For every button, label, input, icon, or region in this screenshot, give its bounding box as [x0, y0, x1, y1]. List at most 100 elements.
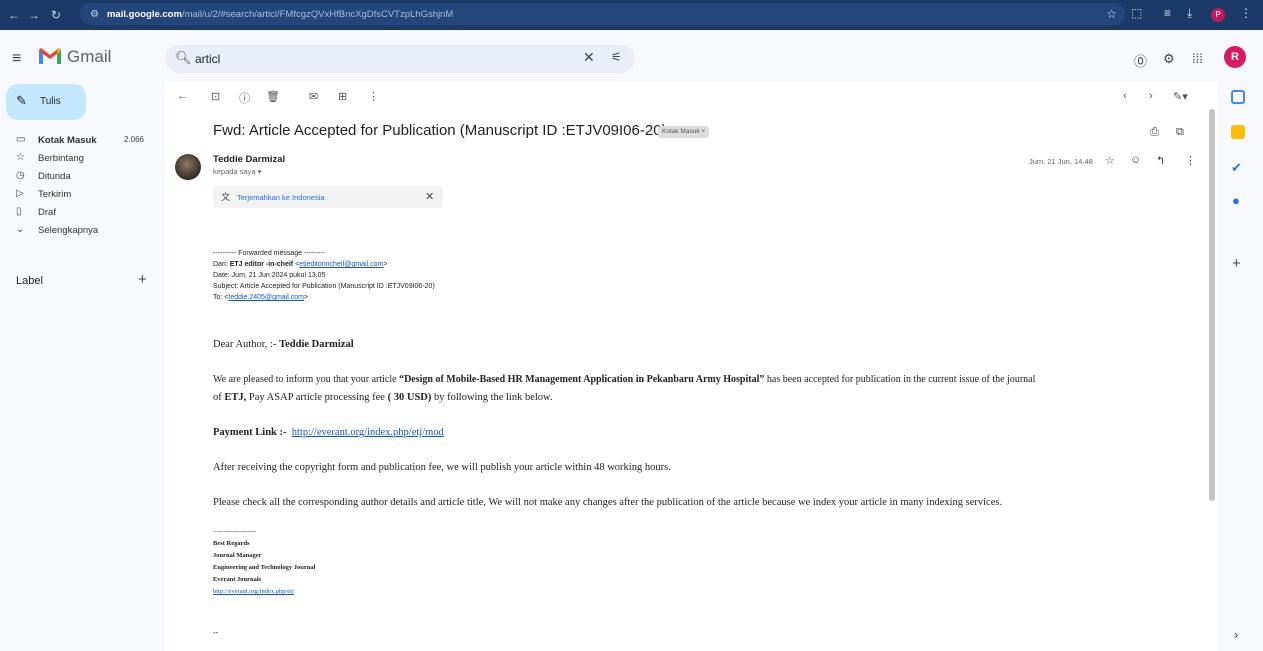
sidebar-item-more[interactable]: ⌄ Selengkapnya — [0, 222, 160, 240]
forwarded-date: Date: Jum, 21 Jun 2024 pukul 13.05 — [213, 272, 326, 279]
sidebar-item-label: Draf — [38, 207, 56, 218]
gmail-logo-icon[interactable] — [38, 47, 62, 65]
sidebar-item-drafts[interactable]: ▯ Draf — [0, 204, 160, 222]
to-email-link[interactable]: teddie.2405@gmail.com — [228, 294, 304, 301]
forward-arrow-icon[interactable]: → — [24, 8, 44, 22]
settings-gear-icon[interactable]: ⚙ — [1163, 51, 1175, 67]
url-path: /mail/u/2/#search/articl/FMfcgzQVxHfBncX… — [181, 8, 454, 20]
expand-panel-icon[interactable]: › — [1234, 627, 1238, 642]
to-close: > — [303, 294, 309, 301]
inbox-label-chip[interactable]: Kotak Masuk × — [658, 126, 710, 138]
payment-link[interactable]: http://everant.org/index.php/etj/mod — [292, 427, 444, 438]
send-icon: ▷ — [16, 188, 24, 199]
site-settings-icon[interactable]: ⚙ — [90, 9, 99, 20]
sidebar-item-label: Berbintang — [38, 153, 84, 164]
bookmark-star-icon[interactable]: ☆ — [1106, 7, 1117, 21]
older-email-icon[interactable]: › — [1149, 90, 1153, 102]
to-label: To: < — [213, 294, 229, 301]
back-icon[interactable]: ← — [177, 90, 188, 102]
sidebar-item-starred[interactable]: ☆ Berbintang — [0, 150, 160, 168]
sidebar-item-sent[interactable]: ▷ Terkirim — [0, 186, 160, 204]
browser-menu-icon[interactable]: ⋮ — [1240, 6, 1252, 20]
emoji-react-icon[interactable]: ☺ — [1130, 154, 1141, 166]
clear-search-icon[interactable]: ✕ — [583, 49, 595, 66]
sender-avatar — [175, 154, 201, 180]
reload-icon[interactable]: ↻ — [46, 8, 66, 22]
calendar-icon[interactable] — [1231, 90, 1245, 104]
forwarded-from: Dari: ETJ editor -in-cheif <etjeditorinc… — [213, 261, 388, 268]
input-tools-icon[interactable]: ✎▾ — [1173, 90, 1188, 103]
report-spam-icon[interactable]: ⓘ — [239, 90, 250, 106]
newer-email-icon[interactable]: ‹ — [1123, 90, 1127, 102]
vertical-scrollbar[interactable] — [1209, 109, 1215, 501]
greeting: Dear Author, :- Teddie Darmizal — [213, 339, 354, 350]
add-addon-icon[interactable]: + — [1232, 255, 1241, 272]
payment-line: Payment Link :- http://everant.org/index… — [213, 427, 444, 438]
side-panel: ✔ ● + › — [1217, 82, 1263, 651]
search-input[interactable] — [195, 50, 575, 68]
address-bar[interactable]: ⚙ mail.google.com /mail/u/2/#search/arti… — [80, 3, 1125, 25]
star-icon[interactable]: ☆ — [1105, 154, 1115, 167]
email-subject: Fwd: Article Accepted for Publication (M… — [213, 122, 667, 139]
payment-label: Payment Link :- — [213, 427, 287, 438]
search-icon[interactable]: 🔍︎ — [175, 50, 192, 66]
para1-text-c: of — [213, 392, 225, 403]
more-options-icon[interactable]: ⋮ — [1185, 154, 1196, 167]
move-to-icon[interactable]: ⊞ — [338, 90, 347, 103]
more-actions-icon[interactable]: ⋮ — [368, 90, 379, 103]
help-icon[interactable]: ⓪ — [1134, 51, 1147, 70]
signature-trailer: -- — [213, 628, 219, 637]
recipient-dropdown[interactable]: kepada saya ▾ — [213, 167, 261, 176]
extensions-icon[interactable]: ⬚ — [1131, 6, 1142, 20]
para1-text-b: has been accepted for publication in the… — [764, 374, 1036, 385]
fee-amount: ( 30 USD) — [387, 392, 432, 403]
inbox-icon: ▭ — [16, 134, 26, 145]
from-email-link[interactable]: etjeditorincheif@gmail.com — [299, 261, 383, 268]
mark-unread-icon[interactable]: ✉ — [309, 90, 318, 103]
inbox-count: 2.066 — [123, 135, 144, 144]
account-avatar[interactable]: R — [1224, 46, 1246, 68]
signature-link[interactable]: http://everant.org/index.php/etj — [213, 588, 294, 595]
print-icon[interactable]: ⎙ — [1150, 126, 1159, 139]
tasks-icon[interactable]: ✔ — [1231, 160, 1242, 176]
clock-icon: ◷ — [16, 170, 25, 181]
email-view: ← ⊡ ⓘ 🗑︎ ✉ ⊞ ⋮ ‹ › ✎▾ Fwd: Article Accep… — [165, 82, 1217, 643]
sidebar-item-snoozed[interactable]: ◷ Ditunda — [0, 168, 160, 186]
forwarded-subject: Subject: Article Accepted for Publicatio… — [213, 283, 435, 290]
reply-icon[interactable]: ↰ — [1156, 154, 1165, 167]
delete-icon[interactable]: 🗑︎ — [266, 90, 280, 103]
add-label-icon[interactable]: + — [138, 271, 147, 288]
translate-icon: 文 — [221, 192, 231, 202]
compose-button[interactable]: ✎ Tulis — [6, 84, 86, 120]
journal-name: ETJ, — [224, 392, 247, 403]
signature-line3: Engineering and Technology Journal — [213, 564, 315, 571]
keep-icon[interactable] — [1231, 125, 1245, 139]
close-translate-icon[interactable]: ✕ — [425, 190, 434, 203]
acceptance-paragraph-line2: of ETJ, Pay ASAP article processing fee … — [213, 392, 553, 403]
translate-link[interactable]: Terjemahkan ke Indonesia — [237, 193, 325, 202]
contacts-icon[interactable]: ● — [1232, 193, 1240, 208]
from-label: Dari: — [213, 261, 230, 268]
draft-icon: ▯ — [16, 206, 22, 217]
back-arrow-icon[interactable]: ← — [4, 8, 24, 22]
reading-list-icon[interactable]: ≡ — [1164, 6, 1171, 20]
archive-icon[interactable]: ⊡ — [211, 90, 220, 103]
browser-profile-avatar[interactable]: P — [1211, 8, 1225, 22]
para1-text-a: We are pleased to inform you that your a… — [213, 374, 400, 385]
browser-toolbar: ← → ↻ ⚙ mail.google.com /mail/u/2/#searc… — [0, 0, 1263, 30]
signature-line2: Journal Manager — [213, 552, 262, 559]
sidebar-item-inbox[interactable]: ▭ Kotak Masuk 2.066 — [0, 132, 160, 150]
paragraph-3: Please check all the corresponding autho… — [213, 497, 1003, 508]
download-icon[interactable]: ⤓ — [1187, 6, 1192, 21]
open-new-window-icon[interactable]: ⧉ — [1176, 126, 1184, 139]
greeting-prefix: Dear Author, :- — [213, 339, 280, 350]
apps-grid-icon[interactable]: ⁞⁞⁞ — [1192, 51, 1203, 66]
para1-text-e: by following the link below. — [431, 392, 553, 403]
signature-line1: Best Regards — [213, 540, 250, 547]
star-icon: ☆ — [16, 152, 25, 163]
search-filters-icon[interactable]: ⚟ — [611, 50, 622, 64]
signature-link-line: http://everant.org/index.php/etj — [213, 588, 294, 595]
search-bar: 🔍︎ ✕ ⚟ — [165, 45, 635, 73]
signature-line4: Everant Journals — [213, 576, 261, 583]
main-menu-icon[interactable]: ≡ — [12, 50, 30, 68]
